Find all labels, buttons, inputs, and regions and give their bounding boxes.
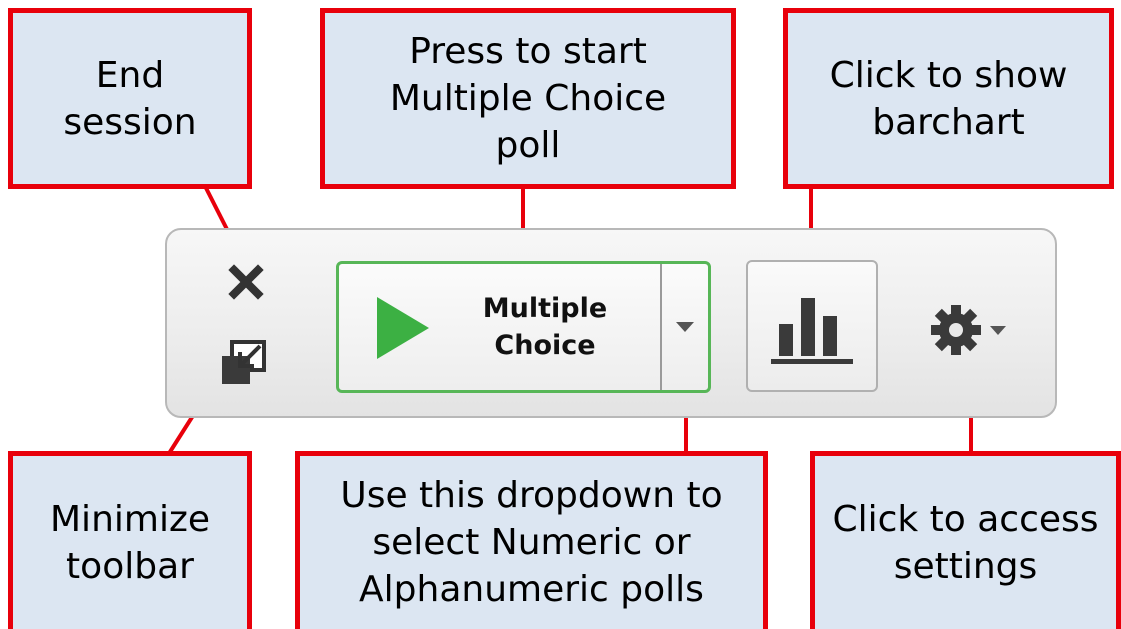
minimize-icon — [222, 340, 266, 384]
callout-minimize-toolbar: Minimize toolbar — [8, 451, 252, 629]
settings-button[interactable] — [916, 300, 1020, 360]
show-barchart-button[interactable] — [746, 260, 878, 392]
callout-start-poll: Press to start Multiple Choice poll — [320, 8, 736, 189]
settings-chevron-down-icon — [990, 326, 1006, 335]
minimize-toolbar-button[interactable] — [214, 334, 274, 390]
callout-show-barchart: Click to show barchart — [783, 8, 1114, 189]
callout-start-poll-text: Press to start Multiple Choice poll — [389, 31, 667, 166]
poll-button-label: Multiple Choice — [482, 293, 608, 361]
chevron-down-icon — [676, 322, 694, 332]
gear-icon — [931, 305, 981, 355]
close-icon — [228, 264, 264, 300]
poll-type-dropdown-button[interactable] — [662, 264, 708, 390]
multiple-choice-poll-split-button: Multiple Choice — [336, 261, 711, 393]
callout-settings-text: Click to access settings — [832, 498, 1099, 587]
callout-dropdown: Use this dropdown to select Numeric or A… — [295, 451, 768, 629]
callout-settings: Click to access settings — [810, 451, 1121, 629]
callout-minimize-toolbar-text: Minimize toolbar — [50, 498, 210, 587]
callout-end-session: End session — [8, 8, 252, 189]
bar-chart-icon — [771, 298, 853, 364]
start-multiple-choice-poll-button[interactable]: Multiple Choice — [339, 264, 660, 390]
play-icon — [377, 297, 429, 359]
callout-show-barchart-text: Click to show barchart — [829, 54, 1068, 143]
callout-dropdown-text: Use this dropdown to select Numeric or A… — [340, 475, 723, 610]
end-session-button[interactable] — [218, 258, 274, 306]
callout-end-session-text: End session — [63, 54, 197, 143]
